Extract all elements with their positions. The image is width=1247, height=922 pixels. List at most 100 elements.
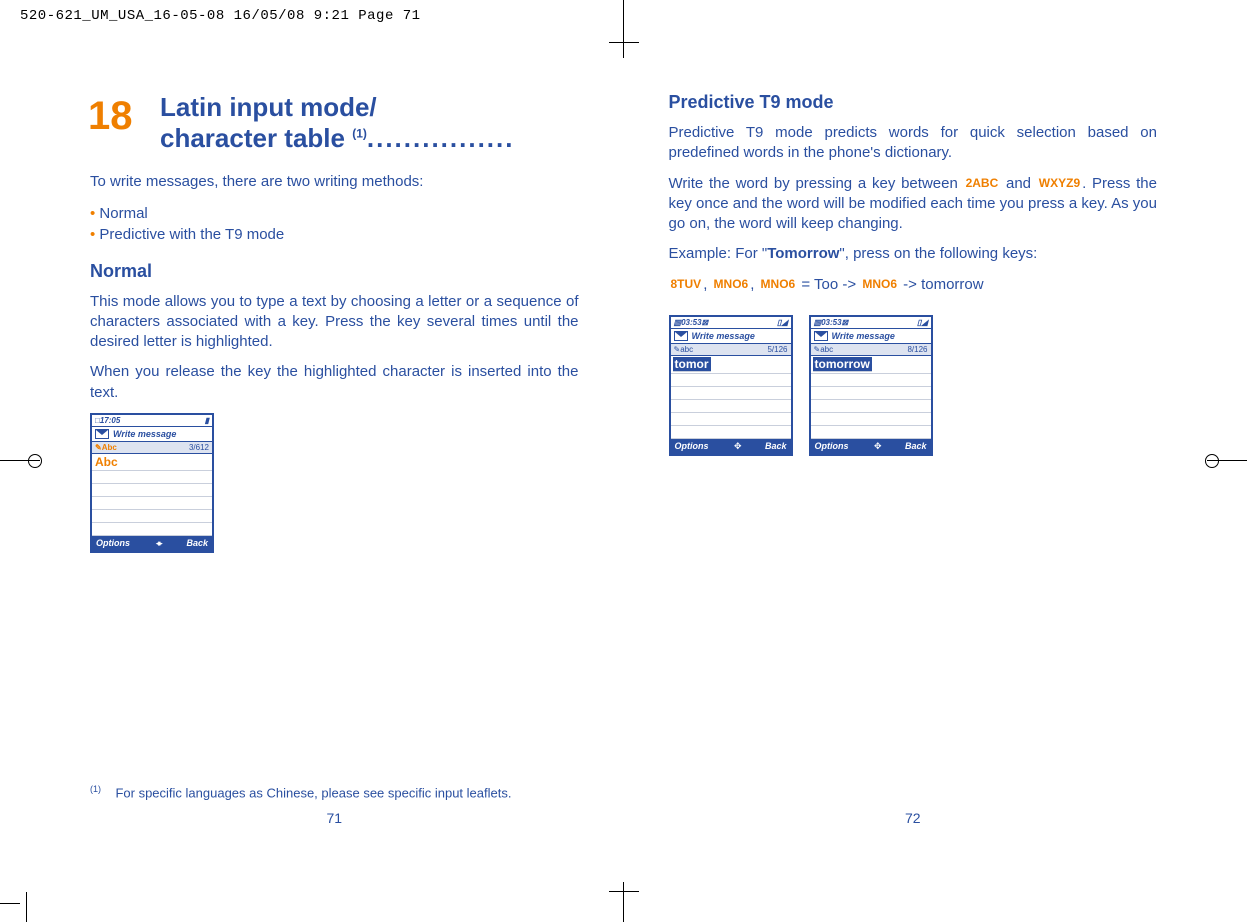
page-right: Predictive T9 mode Predictive T9 mode pr… [669,92,1158,852]
signal-icon: ▮ [205,416,209,425]
key-6-icon: MNO6 [860,276,899,292]
phone-text-line [671,400,791,413]
phone-text-line [671,413,791,426]
section-heading-t9: Predictive T9 mode [669,92,1158,113]
phone-time: ▥03:53⊠ [814,318,849,327]
footnote-marker: (1) [90,784,101,794]
intro-text: To write messages, there are two writing… [90,172,579,192]
phone-text-line [92,484,212,497]
bullet-icon: • [90,226,99,243]
phone-typed-text: Abc [92,454,212,471]
signal-icon: ▯◢ [917,318,928,327]
text-fragment: and [1000,175,1037,192]
phone-screen-title: Write message [692,331,755,341]
envelope-icon [674,331,688,341]
paragraph: When you release the key the highlighted… [90,362,579,403]
phone-screenshot: □17:05 ▮ Write message ✎Abc 3/612 Abc Op… [90,413,214,553]
text-fragment: Example: For " [669,245,768,262]
crop-mark [609,42,639,43]
chapter-number: 18 [88,94,133,139]
text-bold: Tomorrow [767,245,839,262]
chapter-heading: 18 Latin input mode/ character table (1)… [90,92,579,154]
key-8-icon: 8TUV [669,276,704,292]
paragraph: Example: For "Tomorrow", press on the fo… [669,244,1158,264]
phone-text-line [811,413,931,426]
key-2-icon: 2ABC [964,175,1001,191]
crop-mark [0,903,20,904]
softkey-left: Options [815,441,849,452]
page-number: 72 [669,810,1158,826]
crop-mark [623,28,624,58]
phone-typed-text: tomorrow [813,357,872,372]
chapter-title-dots: ................ [367,123,515,153]
section-heading-normal: Normal [90,261,579,282]
footnote-text: For specific languages as Chinese, pleas… [115,785,511,800]
text-fragment: = Too -> [797,276,860,293]
paragraph: This mode allows you to type a text by c… [90,292,579,353]
paragraph: Predictive T9 mode predicts words for qu… [669,123,1158,164]
registration-mark [1205,454,1219,468]
page-number: 71 [90,810,579,826]
phone-input-mode: ✎abc [674,345,694,354]
envelope-icon [95,429,109,439]
softkey-right: Back [186,538,208,549]
key-6-icon: MNO6 [759,276,798,292]
phone-typed-text: tomor [673,357,711,372]
phone-time: ▥03:53⊠ [674,318,709,327]
phone-text-line [811,374,931,387]
footnote: (1) For specific languages as Chinese, p… [90,784,511,800]
phone-text-line [92,497,212,510]
envelope-icon [814,331,828,341]
crop-mark [623,0,624,30]
phone-screenshot: ▥03:53⊠ ▯◢ Write message ✎abc 5/126 tomo… [669,315,793,456]
bullet-icon: • [90,205,99,222]
bullet-text: Normal [99,205,147,222]
phone-text-line [811,387,931,400]
phone-screenshot: ▥03:53⊠ ▯◢ Write message ✎abc 8/126 tomo… [809,315,933,456]
key-sequence: 8TUV, MNO6, MNO6 = Too -> MNO6 -> tomorr… [669,275,1158,295]
registration-mark [28,454,42,468]
phone-time: □17:05 [95,416,120,425]
bullet-item: • Normal [90,203,579,224]
text-fragment: Write the word by pressing a key between [669,175,964,192]
text-fragment: , [703,276,711,293]
crop-mark [26,892,27,922]
softkey-left: Options [96,538,130,549]
page-left: 18 Latin input mode/ character table (1)… [90,92,579,852]
phone-text-line [671,374,791,387]
phone-text-line [811,426,931,439]
phone-text-line [671,387,791,400]
phone-input-mode: ✎Abc [95,443,117,452]
key-9-icon: WXYZ9 [1037,175,1082,191]
paragraph: Write the word by pressing a key between… [669,174,1158,235]
phone-text-line [92,471,212,484]
phone-screen-title: Write message [113,429,176,439]
key-6-icon: MNO6 [712,276,751,292]
phone-text-line [671,426,791,439]
text-fragment: -> tomorrow [899,276,984,293]
phone-char-counter: 3/612 [189,443,209,452]
nav-icon: ◂▸ [156,538,161,549]
crop-mark [623,882,624,922]
crop-mark [609,891,639,892]
text-fragment: , [750,276,758,293]
phone-text-line [811,400,931,413]
signal-icon: ▯◢ [777,318,788,327]
phone-text-line [92,523,212,536]
chapter-title-line1: Latin input mode/ [160,92,579,123]
nav-icon: ✥ [874,441,880,452]
bullet-text: Predictive with the T9 mode [99,226,284,243]
softkey-right: Back [765,441,787,452]
softkey-left: Options [675,441,709,452]
phone-screen-title: Write message [832,331,895,341]
chapter-title-line2: character table [160,123,352,153]
nav-icon: ✥ [734,441,740,452]
phone-char-counter: 5/126 [767,345,787,354]
phone-text-line [92,510,212,523]
text-fragment: ", press on the following keys: [839,245,1037,262]
bullet-item: • Predictive with the T9 mode [90,224,579,245]
softkey-right: Back [905,441,927,452]
phone-char-counter: 8/126 [907,345,927,354]
chapter-title-sup: (1) [352,127,367,141]
phone-input-mode: ✎abc [814,345,834,354]
